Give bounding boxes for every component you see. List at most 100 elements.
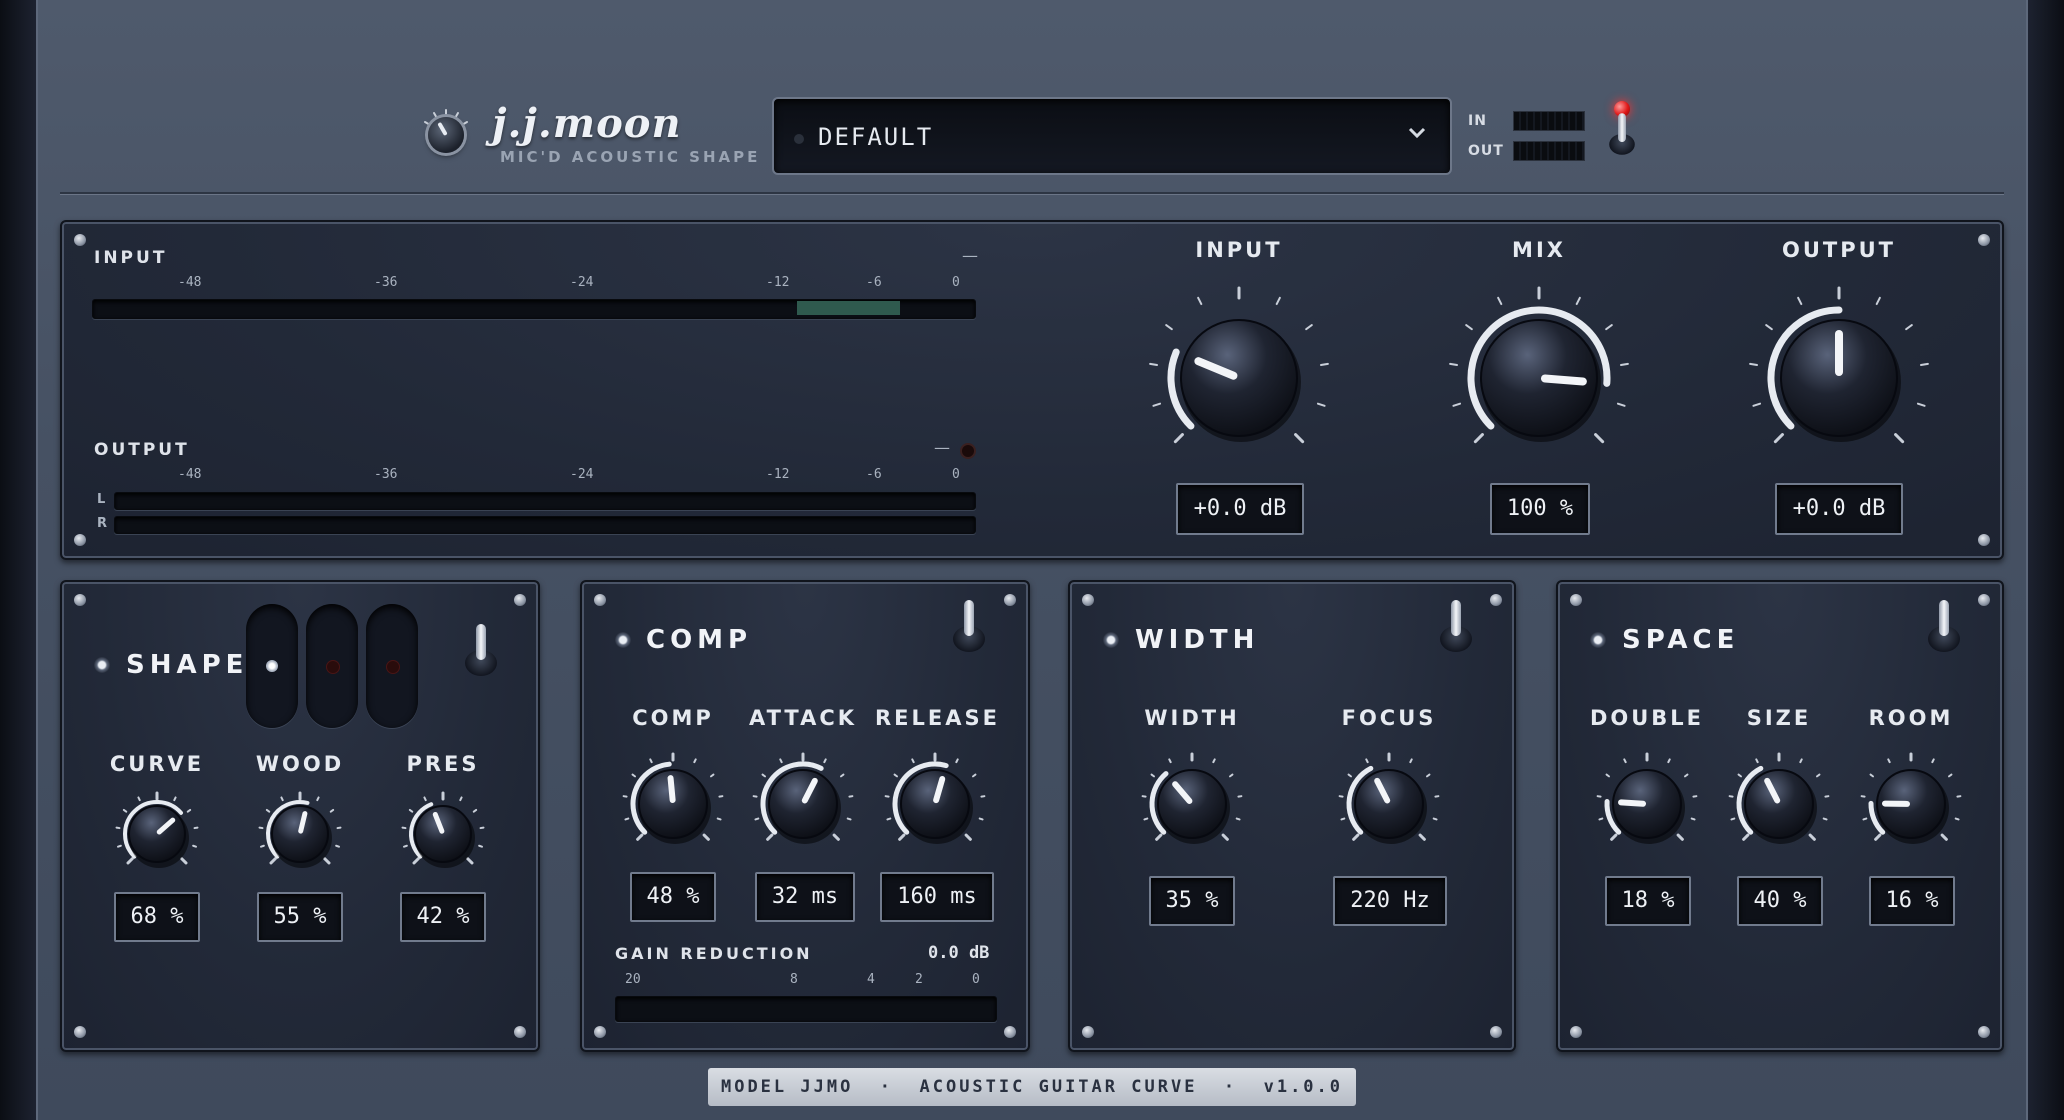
comp-bypass-toggle[interactable]: [953, 600, 985, 652]
pres-label: PRES: [406, 752, 480, 776]
output-channel-l: L: [97, 492, 106, 507]
knob-tick: [1221, 833, 1229, 841]
curve-label: CURVE: [109, 752, 205, 776]
preset-selector[interactable]: DEFAULT: [772, 97, 1452, 175]
comp-amount-value[interactable]: 48 %: [630, 872, 716, 922]
attack-knob[interactable]: [751, 752, 855, 856]
knob-cap[interactable]: [128, 805, 186, 863]
output-gain-value[interactable]: +0.0 dB: [1775, 483, 1903, 535]
knob-tick: [1168, 758, 1172, 764]
chevron-down-icon: [1406, 117, 1428, 150]
knob-tick: [1684, 773, 1689, 778]
in-mini-meter: [1513, 111, 1585, 131]
size-knob[interactable]: [1727, 752, 1831, 856]
knob-tick: [1352, 833, 1360, 841]
knob-tick: [1954, 817, 1960, 821]
knob-tick: [323, 857, 331, 865]
release-value[interactable]: 160 ms: [880, 872, 994, 922]
width-bypass-toggle[interactable]: [1440, 600, 1472, 652]
knob-cap[interactable]: [271, 805, 329, 863]
knob-cap[interactable]: [414, 805, 472, 863]
input-peak-readout: —: [962, 246, 978, 265]
output-meter-left: [114, 492, 976, 510]
knob-tick: [1948, 773, 1953, 778]
wood-value[interactable]: 55 %: [257, 892, 343, 942]
knob-tick: [1919, 362, 1929, 367]
knob-cap[interactable]: [768, 769, 838, 839]
knob-cap[interactable]: [1180, 319, 1298, 437]
size-value[interactable]: 40 %: [1737, 876, 1823, 926]
room-label: ROOM: [1868, 706, 1954, 730]
output-gain-knob[interactable]: [1739, 278, 1939, 478]
knob-tick: [1594, 433, 1605, 444]
curve-value[interactable]: 68 %: [114, 892, 200, 942]
knob-tick: [1940, 833, 1948, 841]
knob-tick: [329, 808, 335, 813]
knob-cap[interactable]: [1157, 769, 1227, 839]
focus-knob[interactable]: [1337, 752, 1441, 856]
comp-amount-label: COMP: [632, 706, 714, 730]
release-knob[interactable]: [883, 752, 987, 856]
curve-knob[interactable]: [113, 790, 201, 878]
mix-value[interactable]: 100 %: [1490, 483, 1590, 535]
room-knob[interactable]: [1859, 752, 1963, 856]
knob-tick: [1616, 402, 1626, 407]
gain-reduction-value: 0.0 dB: [928, 943, 990, 963]
knob-tick: [117, 844, 122, 848]
in-meter-label: IN: [1468, 113, 1487, 129]
knob-tick: [649, 758, 653, 764]
knob-tick: [1916, 402, 1926, 407]
double-value[interactable]: 18 %: [1605, 876, 1691, 926]
focus-value[interactable]: 220 Hz: [1333, 876, 1447, 926]
shape-bypass-toggle[interactable]: [465, 624, 497, 676]
width-amount-knob[interactable]: [1140, 752, 1244, 856]
space-bypass-toggle[interactable]: [1928, 600, 1960, 652]
knob-tick: [403, 844, 408, 848]
screw: [1004, 1026, 1016, 1038]
knob-tick: [1497, 296, 1503, 306]
knob-tick: [972, 773, 977, 778]
input-gain-value[interactable]: +0.0 dB: [1176, 483, 1304, 535]
knob-cap[interactable]: [1744, 769, 1814, 839]
knob-tick: [335, 844, 340, 848]
screw: [74, 234, 86, 246]
mix-knob[interactable]: [1439, 278, 1639, 478]
comp-amount-knob[interactable]: [621, 752, 725, 856]
room-value[interactable]: 16 %: [1869, 876, 1955, 926]
screw: [1082, 1026, 1094, 1038]
knob-tick: [955, 758, 959, 764]
knob-cap[interactable]: [900, 769, 970, 839]
pres-knob[interactable]: [399, 790, 487, 878]
knob-tick: [1197, 296, 1203, 306]
knob-tick: [186, 808, 192, 813]
knob-tick: [1862, 817, 1868, 821]
attack-label: ATTACK: [748, 706, 858, 730]
output-meter-label: OUTPUT: [94, 440, 190, 460]
power-toggle[interactable]: [1609, 113, 1635, 155]
knob-tick: [1465, 324, 1473, 331]
shape-mode-1[interactable]: [246, 604, 298, 728]
screw: [1490, 1026, 1502, 1038]
input-tick: -12: [766, 275, 790, 290]
wood-knob[interactable]: [256, 790, 344, 878]
attack-value[interactable]: 32 ms: [755, 872, 855, 922]
knob-tick: [472, 808, 478, 813]
knob-tick: [1822, 817, 1828, 821]
pres-value[interactable]: 42 %: [400, 892, 486, 942]
focus-label: FOCUS: [1341, 706, 1437, 730]
double-knob[interactable]: [1595, 752, 1699, 856]
knob-tick: [1816, 773, 1821, 778]
knob-cap[interactable]: [1354, 769, 1424, 839]
output-channel-r: R: [97, 516, 108, 531]
width-amount-value[interactable]: 35 %: [1149, 876, 1235, 926]
shape-mode-3[interactable]: [366, 604, 418, 728]
screw: [1082, 594, 1094, 606]
knob-tick: [702, 833, 710, 841]
knob-tick: [1575, 296, 1581, 306]
knob-tick: [1667, 758, 1671, 764]
screw: [1978, 594, 1990, 606]
screw: [1490, 594, 1502, 606]
shape-mode-2[interactable]: [306, 604, 358, 728]
input-gain-knob[interactable]: [1139, 278, 1339, 478]
gr-tick: 4: [867, 972, 875, 987]
